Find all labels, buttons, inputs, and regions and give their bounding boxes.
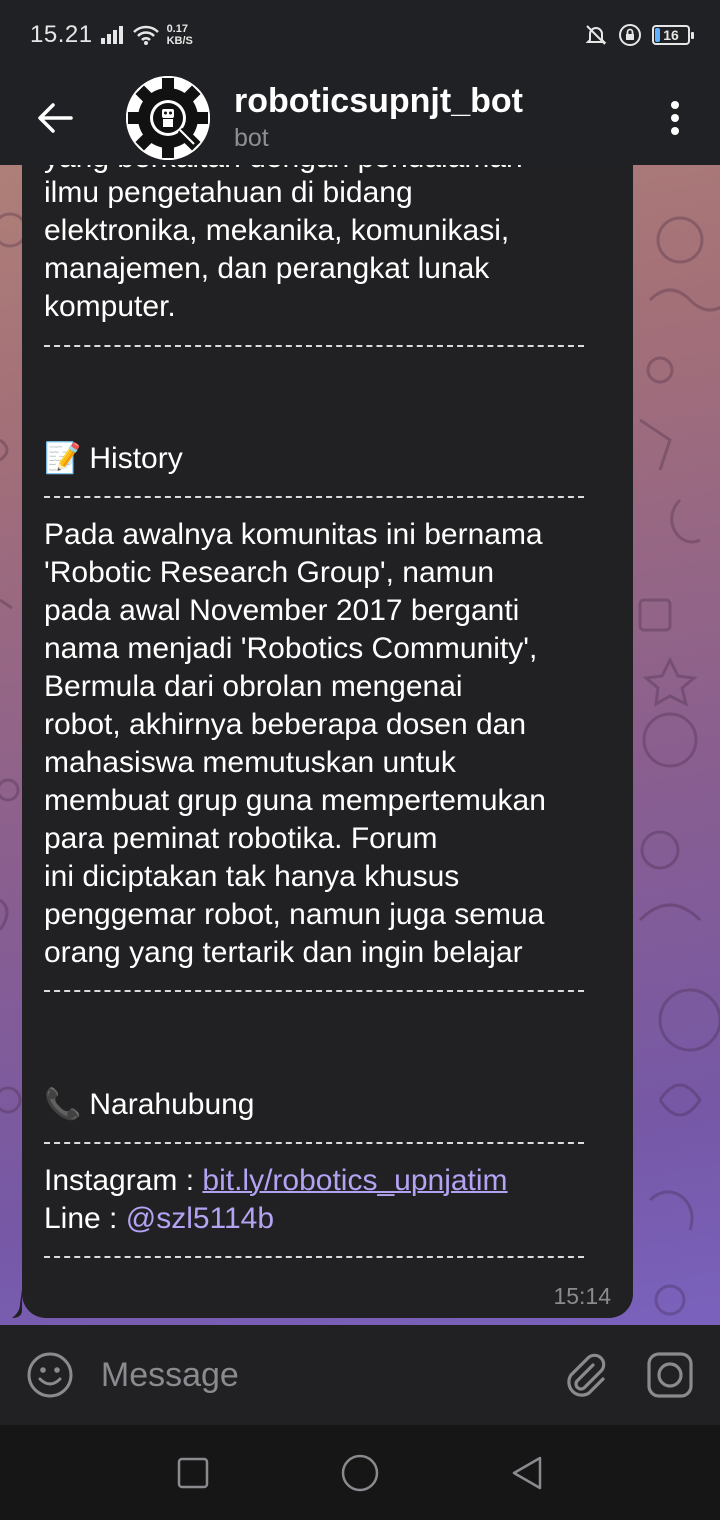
instagram-label: Instagram : — [44, 1164, 203, 1197]
message-bubble[interactable]: yang berkaitan dengan pendalaman ilmu pe… — [22, 165, 633, 1318]
home-button[interactable] — [330, 1443, 390, 1503]
telephone-icon: 📞 — [44, 1088, 82, 1121]
contact-heading: 📞 Narahubung — [44, 1086, 255, 1124]
message-time: 15:14 — [553, 1283, 611, 1309]
chat-title: roboticsupnjt_bot — [234, 81, 523, 120]
recent-apps-button[interactable] — [163, 1443, 223, 1503]
memo-icon: 📝 — [44, 442, 82, 475]
status-bar: 15.21 0.17 KB/S 16 — [0, 0, 720, 70]
bubble-tail — [12, 1290, 22, 1318]
history-heading: 📝 History — [44, 440, 183, 478]
more-options-button[interactable] — [630, 70, 720, 165]
bot-avatar[interactable] — [126, 75, 210, 160]
instagram-link[interactable]: bit.ly/robotics_upnjatim — [202, 1164, 507, 1197]
separator-line — [44, 496, 584, 498]
arrow-left-icon — [38, 102, 73, 133]
instagram-row: Instagram : bit.ly/robotics_upnjatim — [44, 1162, 604, 1200]
chat-title-block[interactable]: roboticsupnjt_bot bot — [234, 81, 523, 155]
status-time: 15.21 — [30, 21, 93, 48]
line-id-link[interactable]: @szl5114b — [126, 1202, 274, 1235]
chat-subtitle: bot — [234, 123, 269, 152]
smiley-icon — [27, 1352, 73, 1398]
circle-icon — [341, 1454, 379, 1491]
paperclip-icon — [567, 1353, 606, 1397]
network-speed: 0.17 KB/S — [166, 23, 193, 47]
intro-text: ilmu pengetahuan di bidang elektronika, … — [44, 176, 510, 323]
history-text: Pada awalnya komunitas ini bernama 'Robo… — [44, 518, 546, 969]
contact-title: Narahubung — [89, 1088, 255, 1121]
line-label: Line : — [44, 1202, 126, 1235]
separator-line — [44, 1256, 584, 1258]
camera-icon — [647, 1352, 693, 1398]
message-input-bar — [0, 1325, 720, 1425]
lock-rotation-icon — [619, 24, 641, 46]
more-vertical-icon — [671, 100, 679, 135]
mute-bell-icon — [585, 25, 607, 45]
emoji-button[interactable] — [0, 1325, 101, 1425]
battery-level: 16 — [663, 27, 679, 43]
separator-line — [44, 1142, 584, 1144]
signal-icon — [100, 26, 123, 44]
message-input[interactable] — [100, 1325, 544, 1425]
system-navigation-bar — [0, 1425, 720, 1520]
line-row: Line : @szl5114b — [44, 1200, 604, 1238]
robotics-logo-icon — [126, 75, 210, 160]
camera-button[interactable] — [628, 1325, 712, 1425]
separator-line — [44, 990, 584, 992]
back-nav-button[interactable] — [497, 1443, 557, 1503]
attach-button[interactable] — [544, 1325, 628, 1425]
battery-indicator: 16 — [652, 25, 694, 45]
battery-fill — [655, 28, 660, 42]
chat-header: roboticsupnjt_bot bot — [0, 70, 720, 165]
wifi-icon — [132, 25, 159, 45]
history-title: History — [89, 442, 183, 475]
back-button[interactable] — [0, 70, 110, 165]
separator-line — [44, 345, 584, 347]
square-icon — [178, 1457, 209, 1488]
triangle-back-icon — [512, 1456, 541, 1489]
